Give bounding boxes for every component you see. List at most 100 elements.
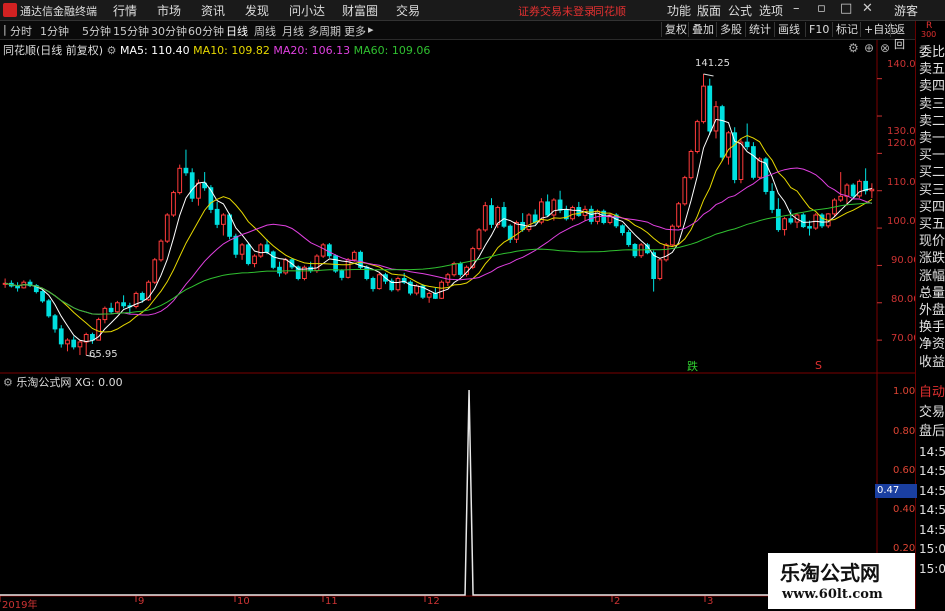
x-label-9: 9 [138,596,145,607]
quote-field-3: 卖三 [919,96,945,112]
quote-time-0: 自动 [919,385,945,400]
main-chart-legend: 同花顺(日线 前复权) ⚙ MA5: 110.40 MA10: 109.82 M… [3,42,430,58]
chart-close-icon[interactable]: ⊗ [880,41,890,55]
candle-body [782,218,787,231]
guest-user[interactable]: 游客 [894,2,918,19]
candle-body [551,199,557,216]
menu-gongneng[interactable]: 功能 [667,2,691,19]
btn-back[interactable]: 返回 [890,22,915,51]
login-warning[interactable]: 证券交易未登录 [518,3,595,19]
quote-field-16: 换手 [919,320,945,336]
menu-shichang[interactable]: 市场 [157,2,181,19]
candle-body [364,266,370,279]
period-weekly[interactable]: 周线 [254,23,276,39]
candle-body [576,207,582,216]
period-toolbar: | 分时 1分钟 5分钟 15分钟 30分钟 60分钟 日线 周线 月线 多周期… [0,21,915,51]
legend-ma60: MA60: 109.06 [353,44,431,57]
candle-body [270,251,276,268]
maximize-icon[interactable]: □ [840,1,852,16]
candle-body [532,214,538,223]
candle-body [620,225,625,234]
rate-value: 300 [921,30,937,39]
minimize-icon[interactable]: – [793,1,800,16]
x-label-12: 12 [427,596,440,607]
quote-time-9: 15:00 [919,561,945,576]
broker-name[interactable]: 同花顺 [593,3,626,19]
quote-field-18: 收益 [919,354,945,370]
more-arrow-icon[interactable]: ▸ [368,23,374,36]
menu-xuanxiang[interactable]: 选项 [759,2,783,19]
sub-legend-settings-icon[interactable]: ⚙ [3,376,16,389]
chart-zoom-icon[interactable]: ⊕ [864,41,874,55]
period-60min[interactable]: 60分钟 [188,23,224,39]
sub-label-08: 0.80 [893,426,916,437]
candle-body [838,195,844,201]
candle-body [850,184,856,197]
quote-time-6: 14:57 [919,503,945,517]
period-30min[interactable]: 30分钟 [151,23,187,39]
candle-body [451,263,457,276]
candle-body [482,205,488,231]
candle-body [376,274,382,290]
period-15min[interactable]: 15分钟 [113,23,149,39]
quote-field-13: 涨幅 [919,268,945,284]
candle-body [15,285,20,289]
btn-diejia[interactable]: 叠加 [688,22,717,37]
app-logo-icon [3,3,17,17]
legend-settings-icon[interactable]: ⚙ [107,44,120,57]
btn-huaxian[interactable]: 画线 [774,22,803,37]
period-daily[interactable]: 日线 [226,23,248,39]
period-chevron-icon[interactable]: | [3,23,7,36]
candle-body [676,203,681,227]
candle-body [114,302,120,313]
candle-body [688,151,694,179]
sub-chart-title: 乐淘公式网 [16,376,72,389]
chart-area[interactable] [0,40,915,609]
candle-body [414,285,420,294]
candle-body [77,341,83,348]
menu-banmian[interactable]: 版面 [697,2,721,19]
quote-field-9: 买四 [919,199,945,215]
candle-body [65,339,70,345]
candle-body [713,106,719,132]
period-fenshi[interactable]: 分时 [10,23,32,39]
quote-field-0: 委比 [919,45,945,60]
menu-gongshi[interactable]: 公式 [728,2,752,19]
menu-wenxiaoda[interactable]: 问小达 [289,2,325,19]
candle-body [651,252,657,279]
period-5min[interactable]: 5分钟 [82,23,111,39]
btn-duogu[interactable]: 多股 [716,22,745,37]
chart-tools-icon[interactable]: ⚙ [848,41,859,55]
candle-body [121,302,126,307]
btn-biaoji[interactable]: 标记 [832,22,861,37]
candle-body [277,266,282,274]
candle-body [327,244,332,257]
candle-body [557,199,563,211]
candle-body [164,214,170,242]
btn-f10[interactable]: F10 [805,22,832,37]
candle-body [220,214,226,225]
candle-body [726,132,731,158]
candle-body [701,85,706,123]
close-icon[interactable]: ✕ [862,1,873,16]
restore-icon[interactable]: ▫ [817,1,826,16]
quote-field-17: 净资 [919,337,945,353]
menu-jiaoyi[interactable]: 交易 [396,2,420,19]
menu-faxian[interactable]: 发现 [245,2,269,19]
menu-zixun[interactable]: 资讯 [201,2,225,19]
x-label-3: 3 [707,596,714,607]
candle-body [501,207,507,227]
candle-body [252,255,257,265]
btn-fuquan[interactable]: 复权 [661,22,690,37]
candle-body [844,184,850,197]
candle-body [588,208,594,222]
period-multi[interactable]: 多周期 [308,23,341,39]
btn-tongji[interactable]: 统计 [745,22,774,37]
menu-hangqing[interactable]: 行情 [113,2,137,19]
period-1min[interactable]: 1分钟 [40,23,69,39]
quote-field-12: 涨跌 [919,251,945,267]
period-monthly[interactable]: 月线 [282,23,304,39]
menu-caifuquan[interactable]: 财富圈 [342,2,378,19]
candle-body [800,214,806,228]
period-more[interactable]: 更多 [344,23,366,39]
